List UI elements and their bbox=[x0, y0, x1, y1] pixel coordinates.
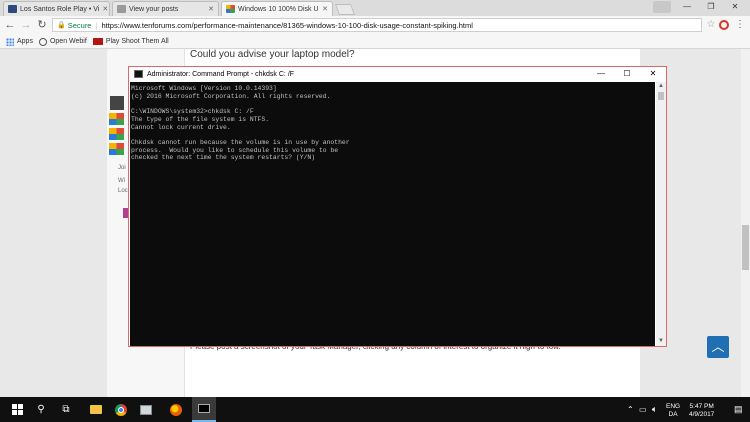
minimize-icon[interactable]: — bbox=[680, 2, 694, 12]
profile-icon[interactable] bbox=[653, 1, 671, 13]
menu-icon[interactable]: ⋮ bbox=[733, 18, 747, 32]
back-to-top-button[interactable]: ︿ bbox=[707, 336, 729, 358]
secure-label: Secure bbox=[67, 20, 92, 30]
address-divider: | bbox=[95, 20, 98, 30]
chevron-up-icon: ︿ bbox=[711, 339, 725, 354]
cmd-window-icon bbox=[134, 70, 143, 78]
opera-extension-icon[interactable] bbox=[719, 20, 729, 30]
tab-favicon-icon bbox=[117, 5, 126, 13]
network-icon[interactable]: ▭ bbox=[639, 405, 647, 414]
bookmark-apps[interactable]: Apps bbox=[6, 37, 33, 46]
browser-toolbar: ← → ↻ 🔒 Secure | https://www.tenforums.c… bbox=[0, 16, 750, 36]
console-line: Chkdsk cannot run because the volume is … bbox=[131, 138, 350, 146]
notification-icon[interactable]: ▤ bbox=[734, 404, 743, 415]
apps-grid-icon bbox=[6, 37, 14, 46]
clock-date: 4/9/2017 bbox=[689, 411, 715, 418]
cmd-scrollbar-thumb[interactable] bbox=[658, 92, 664, 100]
bookmarks-bar: Apps Open Webif Play Shoot Them All bbox=[0, 35, 750, 49]
reload-icon[interactable]: ↻ bbox=[35, 18, 49, 32]
star-icon[interactable]: ☆ bbox=[704, 18, 718, 32]
cmd-maximize-icon[interactable]: ☐ bbox=[617, 68, 637, 80]
tab-favicon-icon bbox=[8, 5, 17, 13]
console-line: (c) 2016 Microsoft Corporation. All righ… bbox=[131, 92, 331, 100]
keyboard-layout: DA bbox=[668, 411, 678, 418]
sidebar-text: Loc bbox=[118, 188, 128, 194]
tab-label: Windows 10 100% Disk U bbox=[238, 5, 319, 13]
shoot-them-all-icon bbox=[92, 38, 103, 45]
firefox-icon[interactable] bbox=[165, 397, 187, 422]
search-icon[interactable]: ⚲ bbox=[30, 397, 52, 422]
url-text: https://www.tenforums.com/performance-ma… bbox=[101, 20, 473, 30]
globe-icon bbox=[38, 37, 47, 46]
cmd-title-bar[interactable]: Administrator: Command Prompt - chkdsk C… bbox=[129, 67, 666, 81]
console-line: checked the next time the system restart… bbox=[131, 154, 316, 162]
bookmark-label: Apps bbox=[17, 38, 33, 45]
cmd-close-icon[interactable]: ✕ bbox=[643, 68, 663, 80]
close-window-icon[interactable]: ✕ bbox=[728, 2, 742, 12]
cmd-minimize-icon[interactable]: — bbox=[591, 68, 611, 80]
cmd-scrollbar[interactable]: ▲ ▼ bbox=[656, 82, 666, 346]
windows-logo-icon bbox=[109, 128, 124, 140]
cmd-taskbar-icon[interactable] bbox=[192, 397, 216, 422]
task-view-icon[interactable]: ⧉ bbox=[55, 397, 77, 422]
sidebar-text: Wi bbox=[118, 178, 125, 184]
restore-icon[interactable]: ❐ bbox=[704, 2, 718, 12]
scroll-up-arrow-icon[interactable]: ▲ bbox=[656, 82, 666, 91]
forward-arrow-icon[interactable]: → bbox=[19, 18, 33, 32]
start-button[interactable] bbox=[6, 397, 28, 422]
console-line: The type of the file system is NTFS. bbox=[131, 115, 270, 123]
lock-icon: 🔒 bbox=[57, 22, 66, 29]
clock[interactable]: 5:47 PM 4/9/2017 bbox=[689, 403, 714, 419]
user-avatar bbox=[110, 96, 124, 110]
scroll-down-arrow-icon[interactable]: ▼ bbox=[656, 337, 666, 346]
tab-view-posts[interactable]: View your posts ✕ bbox=[112, 1, 219, 16]
bookmark-label: Play Shoot Them All bbox=[105, 38, 169, 45]
close-icon[interactable]: ✕ bbox=[319, 5, 328, 13]
cmd-title: Administrator: Command Prompt - chkdsk C… bbox=[147, 70, 295, 78]
console-line: C:\WINDOWS\system32>chkdsk C: /F bbox=[131, 108, 254, 116]
console-line: ​ bbox=[131, 100, 655, 108]
close-icon[interactable]: ✕ bbox=[99, 5, 108, 13]
console-line: Cannot lock current drive. bbox=[131, 123, 231, 131]
page-scrollbar-thumb[interactable] bbox=[742, 225, 749, 270]
app-icon[interactable] bbox=[135, 397, 157, 422]
post-question: Could you advise your laptop model? bbox=[190, 49, 355, 60]
sidebar-text: Joi bbox=[118, 165, 126, 171]
tab-windows-10-disk[interactable]: Windows 10 100% Disk U ✕ bbox=[221, 1, 333, 16]
windows-taskbar: ⚲ ⧉ ⌃ ▭ 🔈︎ ▤ bbox=[0, 397, 750, 422]
tab-label: View your posts bbox=[129, 5, 179, 13]
chrome-icon[interactable] bbox=[110, 397, 132, 422]
address-bar[interactable]: 🔒 Secure | https://www.tenforums.com/per… bbox=[52, 18, 702, 32]
new-tab-button[interactable] bbox=[334, 4, 356, 15]
language-indicator[interactable]: ENG DA bbox=[666, 403, 680, 419]
back-arrow-icon[interactable]: ← bbox=[3, 18, 17, 32]
tab-los-santos[interactable]: Los Santos Role Play • Vi ✕ bbox=[3, 1, 110, 16]
tab-label: Los Santos Role Play • Vi bbox=[20, 5, 100, 13]
windows-flag-icon bbox=[226, 5, 235, 13]
sidebar-fragments: Joi Wi Loc bbox=[118, 163, 128, 196]
file-explorer-icon[interactable] bbox=[85, 397, 107, 422]
clock-time: 5:47 PM bbox=[689, 403, 714, 410]
close-icon[interactable]: ✕ bbox=[205, 5, 214, 13]
windows-logo-icon bbox=[109, 113, 124, 125]
cmd-console-output[interactable]: Microsoft Windows [Version 10.0.14393] (c… bbox=[130, 82, 655, 346]
chevron-up-icon[interactable]: ⌃ bbox=[627, 405, 634, 414]
bookmark-open-webif[interactable]: Open Webif bbox=[38, 37, 87, 46]
windows-logo-icon bbox=[109, 143, 124, 155]
volume-icon[interactable]: 🔈︎ bbox=[652, 404, 657, 415]
windows-start-icon bbox=[11, 404, 23, 415]
page-scrollbar[interactable] bbox=[741, 49, 750, 397]
browser-tab-strip: Los Santos Role Play • Vi ✕ View your po… bbox=[0, 0, 750, 16]
console-line: process. Would you like to schedule this… bbox=[131, 146, 339, 154]
console-line: Microsoft Windows [Version 10.0.14393] bbox=[131, 85, 277, 92]
language-code: ENG bbox=[666, 403, 681, 410]
console-line: ​ bbox=[131, 131, 655, 139]
command-prompt-window[interactable]: Administrator: Command Prompt - chkdsk C… bbox=[128, 66, 667, 347]
bookmark-play-shoot[interactable]: Play Shoot Them All bbox=[92, 38, 169, 45]
bookmark-label: Open Webif bbox=[49, 38, 87, 45]
